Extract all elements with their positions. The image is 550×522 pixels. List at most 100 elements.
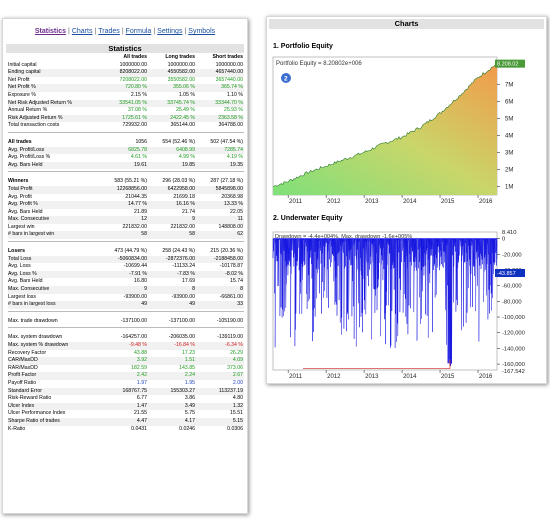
table-cell: -93900.00 <box>123 293 147 300</box>
table-cell: 2422.45 % <box>170 114 195 121</box>
table-cell: 287 (27.18 %) <box>210 178 243 185</box>
table-cell: 4550582.00 <box>167 69 195 76</box>
row-label: Net Profit <box>8 76 30 83</box>
table-cell: 2.67 <box>232 372 243 379</box>
y-tick-label: 2M <box>505 167 513 173</box>
table-row: Total Profit 12268856.00 6422958.00 5845898… <box>8 185 244 194</box>
equity-legend: Portfolio Equity = 8.20802e+006 <box>276 61 362 67</box>
table-row: Sharpe Ratio of trades 4.47 4.17 5.15 <box>8 417 244 426</box>
table-row: Standard Error 168767.75 155303.27 113237.1… <box>8 387 244 396</box>
table-row: Exposure % 2.15 % 1.05 % 1.10 % <box>8 92 244 100</box>
table-cell: 1000000.00 <box>215 61 243 68</box>
y-tick-label: -80,000 <box>502 299 522 305</box>
nav-link-charts[interactable]: Charts <box>72 28 93 35</box>
row-label: All trades <box>8 138 32 145</box>
table-cell: 155303.27 <box>170 387 195 394</box>
row-label: Total Profit <box>8 185 33 192</box>
table-cell: 7285.74 <box>224 146 243 153</box>
statistics-panel: Statistics | Charts | Trades | Formula | Setting… <box>2 18 248 514</box>
table-row: Avg. Bars Held 21.89 21.74 22.05 <box>8 209 244 217</box>
y-tick-label: 3M <box>505 150 513 156</box>
table-row: Net Profit % 720.80 % 355.06 % 365.74 % <box>8 84 244 92</box>
table-cell: -164257.00 <box>120 334 147 341</box>
table-cell: 22.05 <box>230 208 243 215</box>
table-cell: 8 <box>192 286 195 293</box>
table-cell: 17.23 <box>182 349 195 356</box>
row-label: Total transaction costs <box>8 122 60 129</box>
table-cell: 33 <box>237 301 243 308</box>
row-label: Ulcer Performance Index <box>8 410 66 417</box>
table-cell: 2.42 <box>136 372 147 379</box>
table-row: Max. Consecutive 12 9 11 <box>8 216 244 224</box>
table-cell: 3.92 <box>136 357 147 364</box>
table-row: CAR/MaxDD 3.92 1.51 4.09 <box>8 357 244 365</box>
nav-link-symbols[interactable]: Symbols <box>188 28 215 35</box>
x-tick-label: 2013 <box>365 199 379 205</box>
nav-link-settings[interactable]: Settings <box>157 28 182 35</box>
row-label: Largest win <box>8 223 35 230</box>
row-label: Avg. Bars Held <box>8 161 43 168</box>
table-cell: 720.80 % <box>125 84 147 91</box>
table-cell: 364788.00 <box>218 122 243 129</box>
row-label: Standard Error <box>8 387 43 394</box>
table-cell: 583 (55.21 %) <box>114 178 147 185</box>
table-cell: 13.33 % <box>223 201 243 208</box>
table-cell: 5.75 <box>184 410 195 417</box>
table-cell: 33344.70 % <box>215 99 243 106</box>
table-row: Annual Return % 37.08 % 25.49 % 25.93 % <box>8 107 244 115</box>
table-cell: 3.49 <box>184 402 195 409</box>
nav-link-formula[interactable]: Formula <box>126 28 152 35</box>
charts-title: Charts <box>269 19 544 29</box>
table-cell: 21.74 <box>182 208 195 215</box>
table-cell: 33745.74 % <box>167 99 195 106</box>
nav-link-trades[interactable]: Trades <box>98 28 120 35</box>
table-row: Avg. Loss % -7.91 % -7.83 % -8.02 % <box>8 270 244 279</box>
y-tick-label: 6M <box>505 99 513 105</box>
table-row: Risk-Reward Ratio 6.77 3.86 4.80 <box>8 395 244 403</box>
row-label: RAR/MaxDD <box>8 364 38 371</box>
x-tick-label: 2012 <box>327 199 341 205</box>
x-tick-label: 2015 <box>441 199 455 205</box>
table-row: Avg. Bars Held 19.61 19.85 19.35 <box>8 161 244 170</box>
table-cell: 1056 <box>135 138 147 145</box>
table-cell: 58 <box>141 231 147 238</box>
row-label: Ending capital <box>8 69 41 76</box>
table-cell: 8 <box>240 286 243 293</box>
table-cell: -5060834.00 <box>117 255 147 262</box>
table-cell: 258 (24.43 %) <box>162 248 195 255</box>
row-label: Avg. Loss % <box>8 270 37 277</box>
table-cell: 0.0246 <box>179 425 195 432</box>
table-cell: -139119.00 <box>217 334 243 341</box>
equity-chart-heading: 1. Portfolio Equity <box>273 43 333 50</box>
x-tick-label: 2015 <box>441 374 455 380</box>
table-cell: 19.61 <box>134 161 147 168</box>
table-cell: 2.24 <box>184 372 195 379</box>
nav-separator: | <box>68 28 70 35</box>
table-cell: 148808.00 <box>218 223 243 230</box>
row-label: Risk Adjusted Return % <box>8 114 63 121</box>
table-cell: 25.49 % <box>175 107 195 114</box>
table-cell: 3.86 <box>184 395 195 402</box>
row-label: Max. Consecutive <box>8 216 50 223</box>
y-tick-label: -140,000 <box>502 346 525 352</box>
y-tick-label: 0 <box>502 237 505 243</box>
table-cell: 4.19 % <box>226 154 243 161</box>
table-cell: 43.88 <box>134 349 147 356</box>
table-cell: 4.80 <box>232 395 243 402</box>
table-cell: 6422958.00 <box>167 185 195 192</box>
table-cell: 7208022.00 <box>119 76 147 83</box>
table-cell: 3550582.00 <box>167 76 195 83</box>
x-tick-label: 2016 <box>479 199 493 205</box>
table-cell: 4.61 % <box>130 154 147 161</box>
table-row: Winners 583 (55.21 %) 296 (28.03 %) 287 (27… <box>8 178 244 186</box>
nav-link-statistics[interactable]: Statistics <box>35 28 66 35</box>
table-cell: -10178.87 <box>219 263 243 270</box>
table-row: Losers 473 (44.79 %) 258 (24.43 %) 215 (20.… <box>8 248 244 256</box>
table-row: Avg. Profit/Loss 6825.78 6408.99 7285.74 <box>8 146 244 155</box>
row-label: Winners <box>8 178 29 185</box>
row-label: Max. trade drawdown <box>8 317 58 324</box>
x-tick-label: 2014 <box>403 199 417 205</box>
table-cell: 729932.00 <box>122 122 147 129</box>
y-tick-label: 4M <box>505 133 513 139</box>
table-cell: -9.48 % <box>129 342 147 348</box>
